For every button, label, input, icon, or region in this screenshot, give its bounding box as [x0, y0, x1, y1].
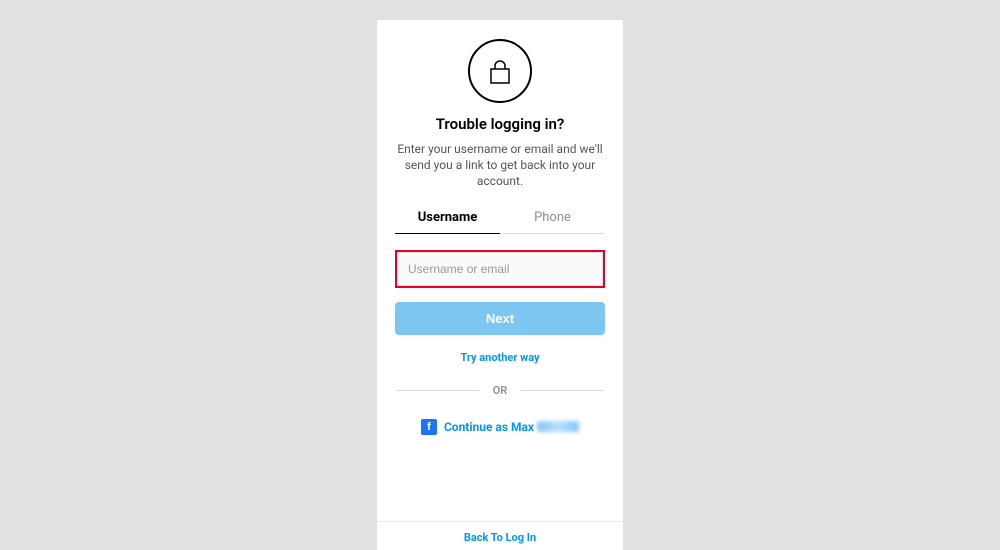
lock-icon [468, 39, 532, 103]
identity-tabs: Username Phone [395, 204, 605, 234]
facebook-label: Continue as Max [444, 420, 579, 434]
divider-line-left [395, 390, 479, 391]
tab-phone[interactable]: Phone [500, 204, 605, 234]
page-description: Enter your username or email and we'll s… [395, 141, 605, 190]
username-field-highlight [395, 250, 605, 288]
page-title: Trouble logging in? [436, 115, 565, 133]
next-button[interactable]: Next [395, 302, 605, 335]
back-to-login-link[interactable]: Back To Log In [377, 531, 623, 544]
redacted-surname [537, 421, 579, 432]
try-another-way-link[interactable]: Try another way [460, 351, 539, 364]
divider-line-right [521, 390, 605, 391]
facebook-icon: f [421, 419, 437, 435]
or-label: OR [479, 384, 522, 397]
divider-or: OR [395, 384, 605, 397]
username-email-input[interactable] [397, 252, 603, 286]
continue-with-facebook-button[interactable]: f Continue as Max [421, 419, 579, 435]
facebook-prefix: Continue as Max [444, 420, 534, 434]
footer-separator [377, 521, 623, 522]
tab-username[interactable]: Username [395, 204, 500, 234]
login-help-panel: Trouble logging in? Enter your username … [377, 20, 623, 550]
